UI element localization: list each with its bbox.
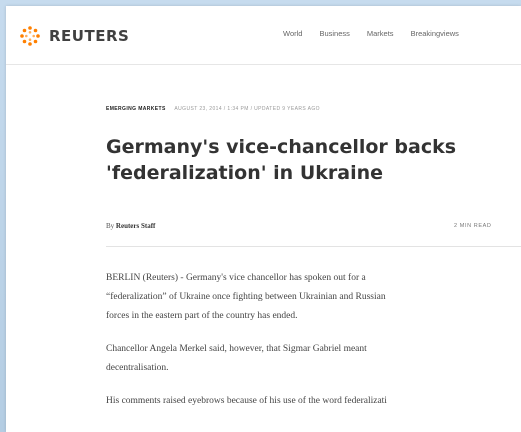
paragraph-2: Chancellor Angela Merkel said, however, … — [106, 340, 521, 378]
nav-item-business[interactable]: Business — [319, 29, 349, 38]
headline-line-2: 'federalization' in Ukraine — [106, 162, 383, 184]
paragraph-2-line-1: Chancellor Angela Merkel said, however, … — [106, 344, 367, 354]
paragraph-2-line-2: decentralisation. — [106, 363, 169, 373]
nav-item-breakingviews[interactable]: Breakingviews — [411, 29, 459, 38]
brand-name: REUTERS — [49, 27, 130, 45]
headline: Germany's vice-chancellor backs 'federal… — [106, 134, 466, 186]
article-meta: EMERGING MARKETS AUGUST 23, 2014 / 1:34 … — [106, 106, 320, 112]
nav-item-world[interactable]: World — [283, 29, 302, 38]
paragraph-1-line-3: forces in the eastern part of the countr… — [106, 311, 298, 321]
top-navigation: World Business Markets Breakingviews — [283, 29, 476, 38]
divider — [106, 246, 521, 247]
paragraph-3: His comments raised eyebrows because of … — [106, 392, 521, 411]
dateline: AUGUST 23, 2014 / 1:34 PM / UPDATED 9 YE… — [174, 106, 320, 112]
reuters-logo[interactable]: REUTERS — [18, 24, 129, 48]
site-header: REUTERS World Business Markets Breakingv… — [6, 6, 521, 65]
byline-prefix: By — [106, 222, 115, 230]
headline-line-1: Germany's vice-chancellor backs — [106, 136, 457, 158]
read-time: 2 MIN READ — [454, 223, 492, 229]
browser-page: REUTERS World Business Markets Breakingv… — [6, 6, 521, 432]
section-label[interactable]: EMERGING MARKETS — [106, 106, 166, 112]
byline: By Reuters Staff — [106, 222, 155, 230]
nav-item-markets[interactable]: Markets — [367, 29, 394, 38]
article-body: BERLIN (Reuters) - Germany's vice chance… — [106, 269, 521, 425]
reuters-logo-icon — [20, 26, 40, 46]
paragraph-1-line-1: BERLIN (Reuters) - Germany's vice chance… — [106, 273, 366, 283]
author-link[interactable]: Reuters Staff — [116, 222, 155, 230]
paragraph-1-line-2: “federalization” of Ukraine once fightin… — [106, 292, 386, 302]
paragraph-3-line-1: His comments raised eyebrows because of … — [106, 396, 387, 406]
paragraph-1: BERLIN (Reuters) - Germany's vice chance… — [106, 269, 521, 326]
